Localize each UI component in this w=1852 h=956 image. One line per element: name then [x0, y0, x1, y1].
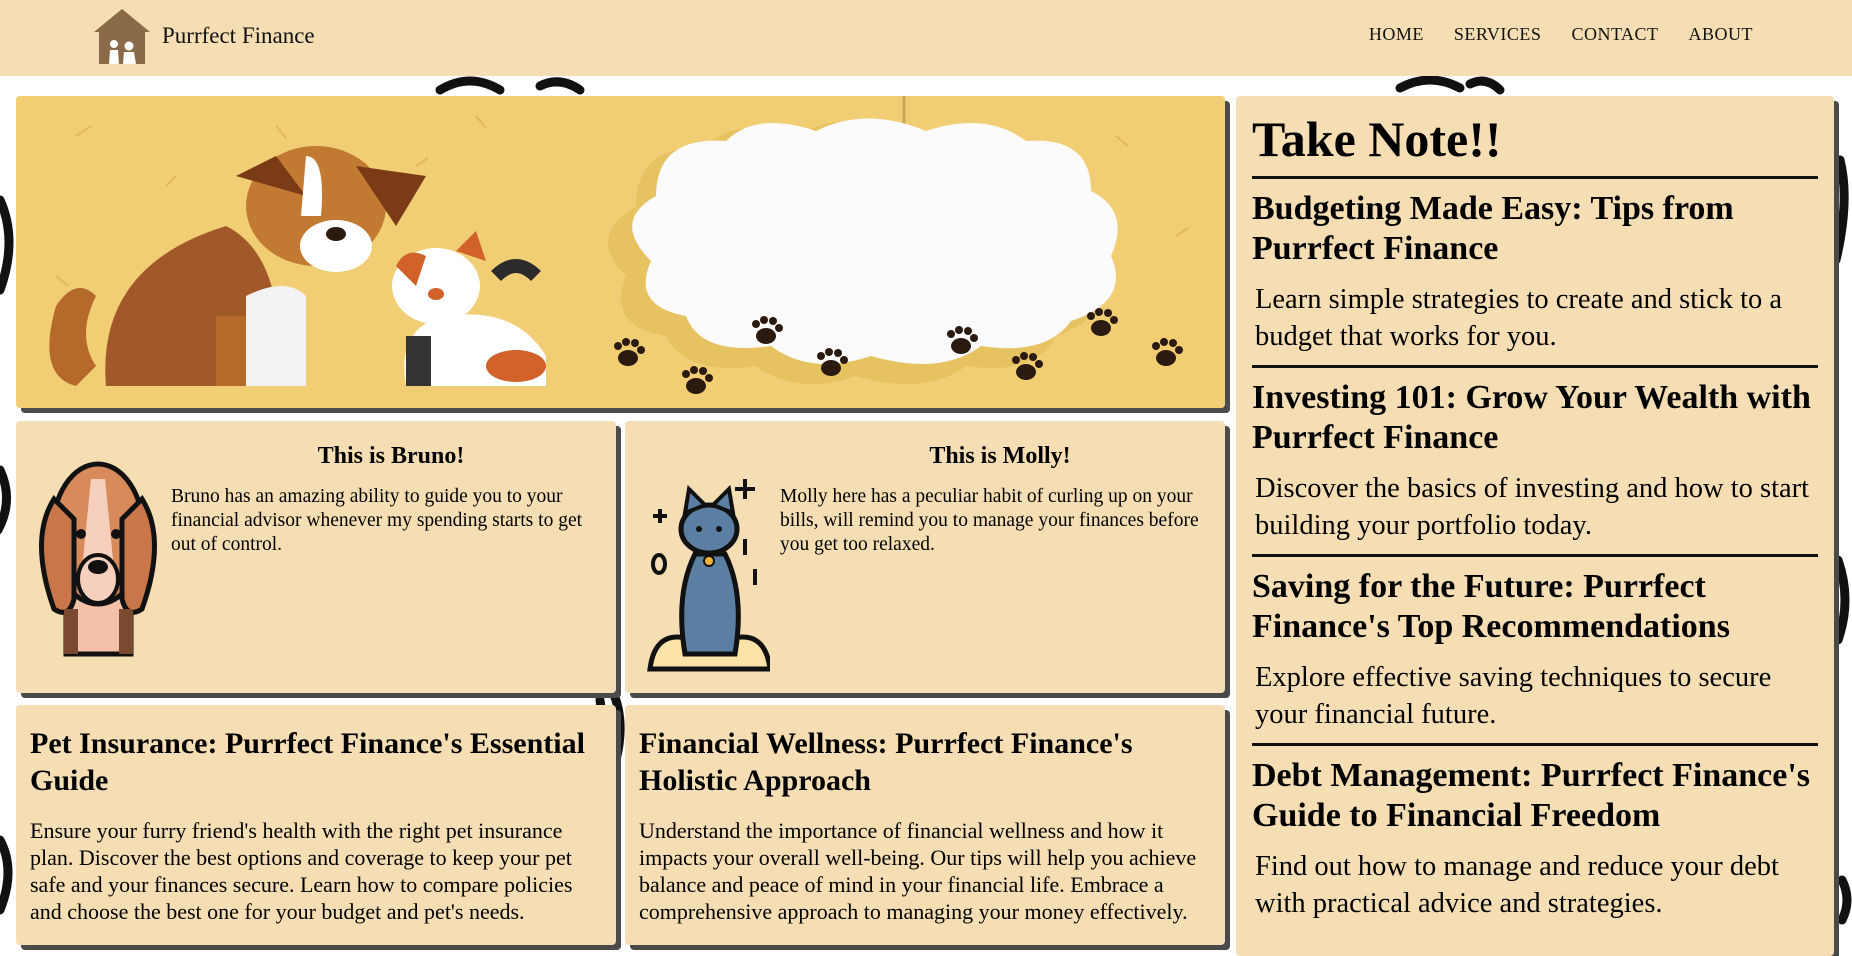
brand[interactable]: Purrfect Finance — [92, 6, 315, 66]
pet-description: Bruno has an amazing ability to guide yo… — [171, 486, 583, 555]
article-title[interactable]: Financial Wellness: Purrfect Finance's H… — [639, 725, 1211, 799]
note-item: Investing 101: Grow Your Wealth with Pur… — [1252, 368, 1818, 557]
nav-home-link[interactable]: HOME — [1354, 22, 1439, 47]
note-text: Find out how to manage and reduce your d… — [1255, 851, 1779, 919]
article-card-pet-insurance: Pet Insurance: Purrfect Finance's Essent… — [16, 705, 616, 945]
nav-contact-link[interactable]: CONTACT — [1556, 22, 1673, 47]
sitting-cat-icon — [647, 479, 770, 672]
note-title[interactable]: Budgeting Made Easy: Tips from Purrfect … — [1252, 189, 1818, 269]
note-item: Budgeting Made Easy: Tips from Purrfect … — [1252, 179, 1818, 368]
beagle-dog-icon — [39, 461, 157, 657]
article-text: Understand the importance of financial w… — [639, 818, 1197, 924]
top-navbar: Purrfect Finance HOME SERVICES CONTACT A… — [0, 0, 1852, 76]
note-item: Debt Management: Purrfect Finance's Guid… — [1252, 746, 1818, 932]
house-with-pets-logo[interactable] — [92, 6, 152, 66]
note-title[interactable]: Saving for the Future: Purrfect Finance'… — [1252, 567, 1818, 647]
note-text: Learn simple strategies to create and st… — [1255, 284, 1783, 352]
note-text: Explore effective saving techniques to s… — [1255, 662, 1772, 730]
nav-services-link[interactable]: SERVICES — [1439, 22, 1557, 47]
article-text: Ensure your furry friend's health with t… — [30, 818, 573, 924]
article-card-financial-wellness: Financial Wellness: Purrfect Finance's H… — [625, 705, 1225, 945]
dog-and-cat-banner-illustration — [16, 96, 1225, 408]
pet-title: This is Bruno! — [317, 443, 465, 469]
note-title[interactable]: Investing 101: Grow Your Wealth with Pur… — [1252, 378, 1818, 458]
article-title[interactable]: Pet Insurance: Purrfect Finance's Essent… — [30, 725, 602, 799]
pet-title: This is Molly! — [929, 443, 1071, 469]
take-note-sidebar: Take Note!! Budgeting Made Easy: Tips fr… — [1236, 96, 1834, 956]
pet-card-molly: This is Molly! Molly here has a peculiar… — [625, 421, 1225, 693]
brand-name: Purrfect Finance — [162, 23, 315, 48]
hero-banner — [16, 96, 1225, 408]
note-title[interactable]: Debt Management: Purrfect Finance's Guid… — [1252, 756, 1818, 836]
note-item: Saving for the Future: Purrfect Finance'… — [1252, 557, 1818, 746]
pet-card-bruno: This is Bruno! Bruno has an amazing abil… — [16, 421, 616, 693]
pet-description: Molly here has a peculiar habit of curli… — [780, 486, 1199, 555]
nav-about-link[interactable]: ABOUT — [1674, 22, 1769, 47]
note-text: Discover the basics of investing and how… — [1255, 473, 1810, 541]
take-note-heading: Take Note!! — [1252, 106, 1818, 179]
nav-links: HOME SERVICES CONTACT ABOUT — [1354, 22, 1768, 47]
